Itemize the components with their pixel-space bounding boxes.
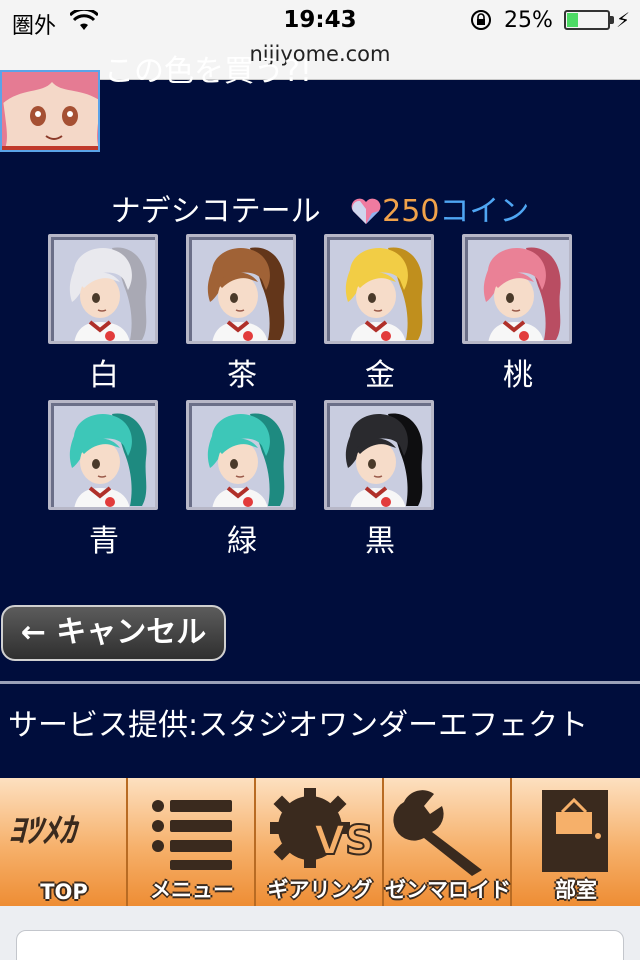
color-option-label: 青 xyxy=(89,524,119,559)
color-option[interactable]: 緑 xyxy=(186,400,298,560)
nav-label-gearing: ギアリング xyxy=(267,878,373,902)
service-credit: サービス提供:スタジオワンダーエフェクト xyxy=(8,708,589,743)
color-option[interactable]: 青 xyxy=(48,400,160,560)
item-name: ナデシコテール xyxy=(110,194,321,229)
nav-menu[interactable]: メニュー xyxy=(128,778,256,906)
nav-zenmaroid[interactable]: ゼンマロイド xyxy=(384,778,512,906)
item-title: ナデシコテール 250コイン xyxy=(0,186,640,230)
svg-text:ﾖﾂﾒｶ: ﾖﾂﾒｶ xyxy=(8,811,80,851)
color-option[interactable]: 白 xyxy=(48,234,160,394)
character-preview-icon xyxy=(54,240,155,341)
nav-label-zenmaroid: ゼンマロイド xyxy=(385,878,511,902)
battery-icon xyxy=(564,10,610,30)
nav-gearing[interactable]: VS ギアリング xyxy=(256,778,384,906)
color-option[interactable]: 茶 xyxy=(186,234,298,394)
svg-text:VS: VS xyxy=(314,818,374,864)
character-preview-icon xyxy=(54,406,155,507)
character-preview-icon xyxy=(330,406,431,507)
color-preview-thumbnail[interactable] xyxy=(462,234,572,344)
url-bar[interactable]: nijiyome.com xyxy=(0,42,640,66)
heart-coin-icon xyxy=(351,198,381,224)
color-option-label: 金 xyxy=(365,358,395,393)
color-option[interactable]: 金 xyxy=(324,234,436,394)
color-option-label: 茶 xyxy=(227,358,257,393)
gear-vs-icon: VS xyxy=(270,788,375,868)
color-preview-thumbnail[interactable] xyxy=(48,234,158,344)
nav-clubroom[interactable]: 部室 xyxy=(512,778,640,906)
color-option-label: 白 xyxy=(89,358,119,393)
bottom-input-field[interactable] xyxy=(16,930,624,960)
character-preview-icon xyxy=(468,240,569,341)
color-option-label: 緑 xyxy=(227,524,257,559)
character-avatar xyxy=(0,70,100,152)
nav-label-menu: メニュー xyxy=(150,878,234,902)
color-option[interactable]: 桃 xyxy=(462,234,574,394)
color-option[interactable]: 黒 xyxy=(324,400,436,560)
color-preview-thumbnail[interactable] xyxy=(186,234,296,344)
color-option-label: 桃 xyxy=(503,358,533,393)
wrench-icon xyxy=(393,790,482,876)
item-price: 250 xyxy=(382,194,440,229)
menu-list-icon xyxy=(152,800,232,870)
browser-bottom-area xyxy=(0,906,640,960)
nav-label-top: TOP xyxy=(40,880,88,904)
battery-percent: 25% xyxy=(504,8,553,33)
character-preview-icon xyxy=(330,240,431,341)
battery-tip xyxy=(610,16,614,24)
nav-label-clubroom: 部室 xyxy=(555,878,597,902)
bottom-nav: ﾖﾂﾒｶ TOP メニュー VS ギアリング ゼンマロイド 部室 xyxy=(0,778,640,906)
logo-icon: ﾖﾂﾒｶ xyxy=(8,811,80,851)
status-bar: 圏外 19:43 25% ⚡ nijiyome.com xyxy=(0,0,640,80)
cancel-button[interactable]: ← キャンセル xyxy=(1,605,226,661)
divider xyxy=(0,681,640,684)
color-preview-thumbnail[interactable] xyxy=(324,234,434,344)
color-option-label: 黒 xyxy=(365,524,395,559)
color-preview-thumbnail[interactable] xyxy=(186,400,296,510)
charging-icon: ⚡ xyxy=(616,8,631,32)
rotation-lock-icon xyxy=(471,10,491,30)
color-preview-thumbnail[interactable] xyxy=(48,400,158,510)
item-currency: コイン xyxy=(439,194,530,229)
color-preview-thumbnail[interactable] xyxy=(324,400,434,510)
dialog-message: この色を買う?! xyxy=(104,54,312,89)
door-icon xyxy=(542,790,608,872)
character-preview-icon xyxy=(192,406,293,507)
nav-top[interactable]: ﾖﾂﾒｶ TOP xyxy=(0,778,128,906)
character-preview-icon xyxy=(192,240,293,341)
